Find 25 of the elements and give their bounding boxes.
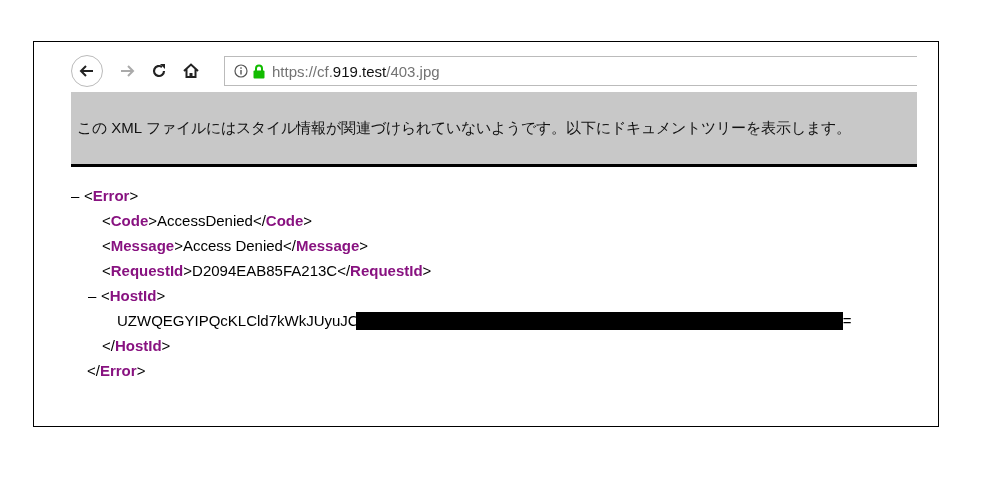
xml-value: AccessDenied (157, 212, 253, 229)
xml-value: UZWQEGYIPQcKLCld7kWkJUyuJC (117, 312, 359, 329)
xml-value: Access Denied (182, 237, 283, 254)
xml-value: = (842, 312, 852, 329)
url-text: https://cf.919.test/403.jpg (272, 62, 440, 80)
info-icon[interactable] (234, 64, 248, 78)
xml-tag: <Error> (84, 187, 139, 204)
xml-tag: <Code> (102, 212, 158, 229)
collapse-toggle[interactable]: – (71, 187, 84, 204)
xml-tag: </RequestId> (337, 262, 432, 279)
xml-value: D2094EAB85FA213C (192, 262, 338, 279)
reload-icon (150, 62, 168, 80)
xml-tag: </HostId> (102, 337, 171, 354)
address-bar[interactable]: https://cf.919.test/403.jpg (224, 56, 917, 86)
xml-tag: <HostId> (101, 287, 166, 304)
back-button[interactable] (71, 55, 103, 87)
home-icon (182, 62, 200, 80)
xml-tag: </Error> (87, 362, 146, 379)
xml-tag: </Message> (282, 237, 369, 254)
xml-tag: <Message> (102, 237, 183, 254)
collapse-toggle[interactable]: – (88, 287, 101, 304)
xml-tag: <RequestId> (102, 262, 193, 279)
xml-tag: </Code> (252, 212, 313, 229)
lock-icon (253, 63, 265, 79)
notice-text: この XML ファイルにはスタイル情報が関連づけられていないようです。以下にドキュメントツリーを表示します。 (77, 118, 851, 138)
